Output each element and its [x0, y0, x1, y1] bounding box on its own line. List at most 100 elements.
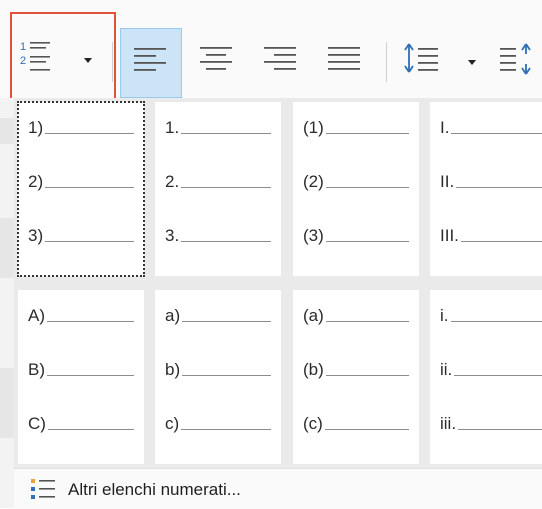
list-preview-row: 2. — [155, 168, 281, 196]
placeholder-line — [181, 133, 271, 134]
list-preview-row: (b) — [293, 356, 419, 384]
align-left-button[interactable] — [120, 28, 182, 98]
placeholder-line — [45, 241, 134, 242]
list-preview-row: III. — [430, 222, 542, 250]
list-marker: (2) — [303, 172, 324, 191]
placeholder-line — [181, 429, 271, 430]
placeholder-line — [458, 429, 542, 430]
chevron-down-icon — [468, 60, 476, 65]
placeholder-line — [451, 133, 542, 134]
numbering-style-roman-lower-dot[interactable]: i. ii. iii. — [430, 290, 542, 464]
list-marker: 3. — [165, 226, 180, 245]
list-marker: iii. — [440, 414, 457, 433]
justify-icon — [328, 47, 360, 70]
svg-text:1: 1 — [20, 41, 26, 53]
placeholder-line — [326, 187, 409, 188]
line-spacing-icon — [404, 43, 438, 73]
line-spacing-button[interactable] — [398, 28, 484, 98]
placeholder-line — [47, 375, 134, 376]
chevron-down-icon — [84, 58, 92, 63]
numbering-style-numbers-both-paren[interactable]: (1) (2) (3) — [293, 102, 419, 276]
numbering-button[interactable]: 1 2 — [10, 12, 116, 112]
list-preview-row: II. — [430, 168, 542, 196]
placeholder-line — [454, 375, 542, 376]
paragraph-spacing-button[interactable] — [494, 28, 542, 98]
align-center-icon — [200, 47, 232, 70]
placeholder-line — [181, 241, 271, 242]
placeholder-line — [326, 375, 409, 376]
list-marker: c) — [165, 414, 180, 433]
numbering-gallery: 1) 2) 3) 1. 2. 3. (1) (2) (3) I. II. III. A) B) C) a) b)… — [14, 98, 542, 468]
list-marker: 1. — [165, 118, 180, 137]
list-marker: III. — [440, 226, 459, 245]
list-preview-row: (c) — [293, 410, 419, 438]
list-marker: 1) — [28, 118, 44, 137]
numbered-list-icon — [31, 479, 55, 499]
list-preview-row: a) — [155, 302, 281, 330]
align-center-button[interactable] — [194, 28, 240, 98]
list-preview-row: (3) — [293, 222, 419, 250]
numbered-list-icon: 1 2 — [20, 41, 50, 71]
list-marker: II. — [440, 172, 455, 191]
list-marker: (a) — [303, 306, 324, 325]
list-preview-row: 1) — [18, 114, 144, 142]
placeholder-line — [182, 321, 271, 322]
list-preview-row: C) — [18, 410, 144, 438]
numbering-style-letters-upper-paren[interactable]: A) B) C) — [18, 290, 144, 464]
list-marker: 3) — [28, 226, 44, 245]
list-marker: B) — [28, 360, 45, 379]
placeholder-line — [47, 321, 134, 322]
placeholder-line — [326, 321, 409, 322]
svg-text:2: 2 — [20, 55, 26, 67]
placeholder-line — [325, 429, 409, 430]
placeholder-line — [48, 429, 134, 430]
numbering-style-numbers-dot[interactable]: 1. 2. 3. — [155, 102, 281, 276]
list-preview-row: 2) — [18, 168, 144, 196]
align-right-icon — [264, 47, 296, 70]
align-right-button[interactable] — [258, 28, 304, 98]
list-marker: (1) — [303, 118, 324, 137]
toolbar-divider — [112, 42, 113, 82]
list-preview-row: ii. — [430, 356, 542, 384]
numbering-style-letters-lower-paren[interactable]: a) b) c) — [155, 290, 281, 464]
list-marker: A) — [28, 306, 45, 325]
list-preview-row: (2) — [293, 168, 419, 196]
placeholder-line — [451, 321, 542, 322]
placeholder-line — [182, 375, 271, 376]
list-preview-row: I. — [430, 114, 542, 142]
justify-button[interactable] — [322, 28, 368, 98]
placeholder-line — [326, 133, 409, 134]
list-marker: I. — [440, 118, 450, 137]
list-marker: 2. — [165, 172, 180, 191]
placeholder-line — [326, 241, 409, 242]
placeholder-line — [456, 187, 542, 188]
list-preview-row: 1. — [155, 114, 281, 142]
list-preview-row: i. — [430, 302, 542, 330]
numbering-style-roman-upper-dot[interactable]: I. II. III. — [430, 102, 542, 276]
list-marker: (3) — [303, 226, 324, 245]
list-marker: i. — [440, 306, 449, 325]
placeholder-line — [45, 133, 134, 134]
list-preview-row: A) — [18, 302, 144, 330]
ribbon-toolbar: 1 2 — [0, 0, 542, 112]
list-preview-row: iii. — [430, 410, 542, 438]
align-left-icon — [134, 48, 166, 71]
placeholder-line — [181, 187, 271, 188]
toolbar-divider — [386, 42, 387, 82]
numbering-style-letters-lower-both-paren[interactable]: (a) (b) (c) — [293, 290, 419, 464]
list-marker: (c) — [303, 414, 323, 433]
more-numbered-lists-item[interactable]: Altri elenchi numerati... — [14, 468, 542, 509]
numbering-style-numbers-paren[interactable]: 1) 2) 3) — [17, 101, 145, 277]
list-preview-row: 3) — [18, 222, 144, 250]
list-marker: a) — [165, 306, 181, 325]
list-marker: 2) — [28, 172, 44, 191]
more-numbered-lists-label: Altri elenchi numerati... — [68, 480, 241, 499]
list-preview-row: b) — [155, 356, 281, 384]
document-edge — [0, 98, 14, 508]
placeholder-line — [45, 187, 134, 188]
list-preview-row: c) — [155, 410, 281, 438]
list-marker: (b) — [303, 360, 324, 379]
placeholder-line — [461, 241, 542, 242]
list-marker: b) — [165, 360, 181, 379]
paragraph-spacing-icon — [500, 43, 531, 75]
